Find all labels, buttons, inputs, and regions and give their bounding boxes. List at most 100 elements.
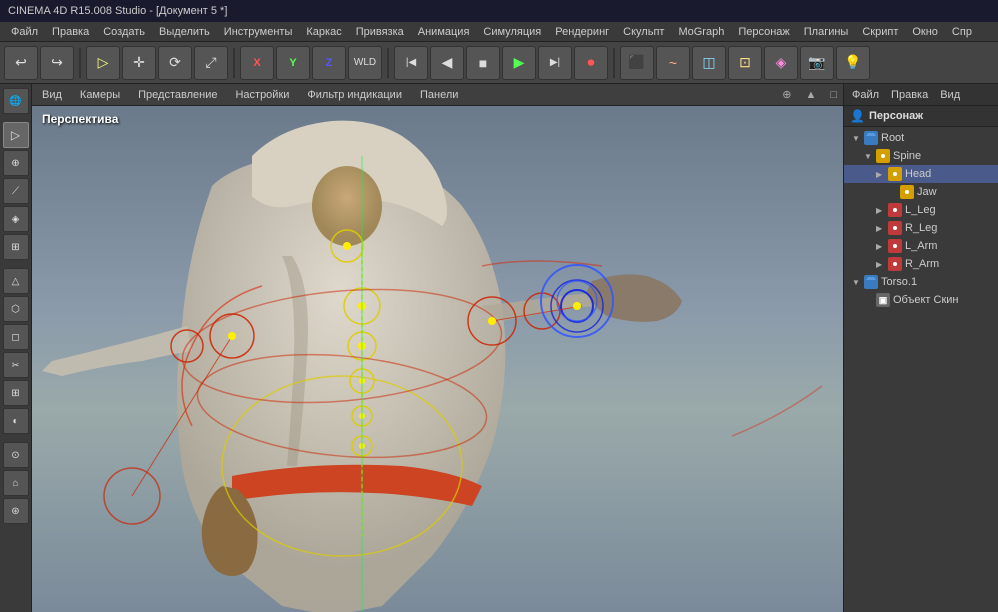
rotate-tool-button[interactable]: ⟳: [158, 46, 192, 80]
playback-group: |◀ ◀ ■ ▶ ▶| ⏺: [394, 46, 608, 80]
move-tool-button[interactable]: ✛: [122, 46, 156, 80]
vp-panels-menu[interactable]: Панели: [416, 87, 462, 103]
right-panel-title: Персонаж: [869, 110, 923, 122]
menu-item-скрипт[interactable]: Скрипт: [855, 24, 905, 40]
tree-item-r_arm[interactable]: ▶R_Arm: [844, 255, 998, 273]
viewport-3d[interactable]: Перспектива: [32, 106, 843, 612]
rp-edit-menu[interactable]: Правка: [887, 87, 932, 103]
spline-button[interactable]: ~: [656, 46, 690, 80]
point-mode-button[interactable]: ⊕: [3, 150, 29, 176]
tree-item-head[interactable]: ▶Head: [844, 165, 998, 183]
nurbs-button[interactable]: ◫: [692, 46, 726, 80]
tree-label-l_leg: L_Leg: [905, 204, 936, 216]
cube-button[interactable]: ⬛: [620, 46, 654, 80]
menu-item-спр[interactable]: Спр: [945, 24, 979, 40]
effector-button[interactable]: ◈: [764, 46, 798, 80]
menu-item-плагины[interactable]: Плагины: [797, 24, 856, 40]
z-axis-button[interactable]: Z: [312, 46, 346, 80]
tree-label-torso1: Torso.1: [881, 276, 917, 288]
bevel-button[interactable]: ⬡: [3, 296, 29, 322]
uv-mode-button[interactable]: ⊞: [3, 234, 29, 260]
vp-control-1[interactable]: ⊕: [782, 88, 791, 101]
menu-item-правка[interactable]: Правка: [45, 24, 96, 40]
menu-item-mograph[interactable]: MoGraph: [671, 24, 731, 40]
stop-button[interactable]: ■: [466, 46, 500, 80]
extrude-button[interactable]: △: [3, 268, 29, 294]
menu-item-выделить[interactable]: Выделить: [152, 24, 217, 40]
menu-item-персонаж[interactable]: Персонаж: [731, 24, 796, 40]
deformer-button[interactable]: ⊡: [728, 46, 762, 80]
menu-item-создать[interactable]: Создать: [96, 24, 152, 40]
menu-item-рендеринг[interactable]: Рендеринг: [548, 24, 616, 40]
tree-icon-jaw: [900, 185, 914, 199]
vp-settings-menu[interactable]: Настройки: [231, 87, 293, 103]
menu-item-каркас[interactable]: Каркас: [299, 24, 348, 40]
tree-arrow-r_leg[interactable]: ▶: [876, 224, 886, 233]
vp-control-2[interactable]: ▲: [805, 89, 816, 101]
tree-icon-spine: [876, 149, 890, 163]
tree-item-spine[interactable]: ▼Spine: [844, 147, 998, 165]
separator-3: [387, 48, 389, 78]
select-tool-button[interactable]: ▷: [86, 46, 120, 80]
frame-end-button[interactable]: ▶|: [538, 46, 572, 80]
world-axis-button[interactable]: WLD: [348, 46, 382, 80]
tree-arrow-l_arm[interactable]: ▶: [876, 242, 886, 251]
tree-arrow-root[interactable]: ▼: [852, 134, 862, 143]
vp-cameras-menu[interactable]: Камеры: [76, 87, 124, 103]
camera-button[interactable]: 📷: [800, 46, 834, 80]
tree-arrow-torso1[interactable]: ▼: [852, 278, 862, 287]
edge-mode-button[interactable]: ⟋: [3, 178, 29, 204]
grab-button[interactable]: ⊛: [3, 498, 29, 524]
rp-file-menu[interactable]: Файл: [848, 87, 883, 103]
menu-item-инструменты[interactable]: Инструменты: [217, 24, 300, 40]
redo-button[interactable]: ↪: [40, 46, 74, 80]
scale-tool-button[interactable]: ⤢: [194, 46, 228, 80]
world-space-button[interactable]: 🌐: [3, 88, 29, 114]
light-button[interactable]: 💡: [836, 46, 870, 80]
knife-button[interactable]: ✂: [3, 352, 29, 378]
tree-item-jaw[interactable]: Jaw: [844, 183, 998, 201]
play-button[interactable]: ▶: [502, 46, 536, 80]
magnet-button[interactable]: ◐: [3, 408, 29, 434]
paint-button[interactable]: ⊙: [3, 442, 29, 468]
play-back-button[interactable]: ◀: [430, 46, 464, 80]
tree-arrow-r_arm[interactable]: ▶: [876, 260, 886, 269]
loop-sel-button[interactable]: ⊞: [3, 380, 29, 406]
menu-item-анимация[interactable]: Анимация: [411, 24, 477, 40]
polygon-mode-button[interactable]: ◈: [3, 206, 29, 232]
tree-item-skin_obj[interactable]: ▣Объект Скин: [844, 291, 998, 309]
menu-item-окно[interactable]: Окно: [905, 24, 945, 40]
tree-item-r_leg[interactable]: ▶R_Leg: [844, 219, 998, 237]
record-button[interactable]: ⏺: [574, 46, 608, 80]
object-tools-group: ⬛ ~ ◫ ⊡ ◈ 📷 💡: [620, 46, 870, 80]
tree-item-torso1[interactable]: ▼ Torso.1: [844, 273, 998, 291]
tree-arrow-spine[interactable]: ▼: [864, 152, 874, 161]
y-axis-button[interactable]: Y: [276, 46, 310, 80]
vp-control-3[interactable]: □: [830, 89, 837, 101]
tree-item-root[interactable]: ▼ Root: [844, 129, 998, 147]
tree-item-l_leg[interactable]: ▶ L_Leg: [844, 201, 998, 219]
main-toolbar: ↩ ↪ ▷ ✛ ⟳ ⤢ X Y Z WLD |◀ ◀ ■ ▶ ▶| ⏺ ⬛ ~ …: [0, 42, 998, 84]
x-axis-button[interactable]: X: [240, 46, 274, 80]
menu-item-привязка[interactable]: Привязка: [349, 24, 411, 40]
vp-view-menu[interactable]: Вид: [38, 87, 66, 103]
menu-item-симуляция[interactable]: Симуляция: [476, 24, 548, 40]
frame-start-button[interactable]: |◀: [394, 46, 428, 80]
undo-button[interactable]: ↩: [4, 46, 38, 80]
tree-label-root: Root: [881, 132, 904, 144]
tree-arrow-head[interactable]: ▶: [876, 170, 886, 179]
rp-view-menu[interactable]: Вид: [936, 87, 964, 103]
separator-1: [79, 48, 81, 78]
tree-icon-head: [888, 167, 902, 181]
tree-arrow-l_leg[interactable]: ▶: [876, 206, 886, 215]
menu-item-файл[interactable]: Файл: [4, 24, 45, 40]
tree-icon-l_leg: [888, 203, 902, 217]
tree-icon-r_arm: [888, 257, 902, 271]
object-mode-button[interactable]: ▷: [3, 122, 29, 148]
vp-filter-menu[interactable]: Фильтр индикации: [303, 87, 406, 103]
vp-representation-menu[interactable]: Представление: [134, 87, 221, 103]
tree-item-l_arm[interactable]: ▶L_Arm: [844, 237, 998, 255]
smooth-button[interactable]: ⌂: [3, 470, 29, 496]
bridge-button[interactable]: ◻: [3, 324, 29, 350]
menu-item-скульпт[interactable]: Скульпт: [616, 24, 671, 40]
